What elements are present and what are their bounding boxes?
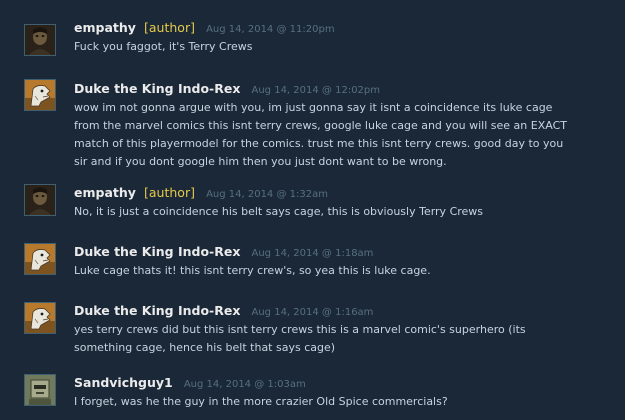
comment-timestamp: Aug 14, 2014 @ 1:18am	[251, 248, 374, 259]
comment-timestamp: Aug 14, 2014 @ 1:32am	[206, 189, 328, 200]
comment-timestamp: Aug 14, 2014 @ 12:02pm	[251, 85, 381, 96]
comment-text: yes terry crews did but this isnt terry …	[74, 323, 526, 354]
comment-text: wow im not gonna argue with you, im just…	[74, 101, 567, 168]
comment-header: Duke the King Indo-Rex Aug 14, 2014 @ 12…	[74, 79, 380, 99]
dark-portrait-avatar-icon[interactable]	[24, 24, 56, 56]
comment-header: Duke the King Indo-Rex Aug 14, 2014 @ 1:…	[74, 242, 373, 262]
comment-author[interactable]: empathy	[74, 185, 136, 200]
author-tag: [author]	[144, 20, 195, 35]
dark-portrait-avatar-icon[interactable]	[24, 184, 56, 216]
comment-timestamp: Aug 14, 2014 @ 1:16am	[251, 307, 374, 318]
comment-text: Luke cage thats it! this isnt terry crew…	[74, 264, 431, 277]
comment-author[interactable]: Duke the King Indo-Rex	[74, 303, 240, 318]
comment-author[interactable]: Duke the King Indo-Rex	[74, 244, 240, 259]
comment-author[interactable]: Duke the King Indo-Rex	[74, 81, 240, 96]
comment-text: No, it is just a coincidence his belt sa…	[74, 205, 484, 218]
comment-header: empathy [author] Aug 14, 2014 @ 11:20pm	[74, 18, 335, 38]
dinosaur-avatar-icon[interactable]	[24, 79, 56, 111]
author-tag: [author]	[144, 185, 195, 200]
comment-header: Duke the King Indo-Rex Aug 14, 2014 @ 1:…	[74, 301, 373, 321]
comment-timestamp: Aug 14, 2014 @ 1:03am	[183, 379, 306, 390]
comment-thread: empathy [author] Aug 14, 2014 @ 11:20pm …	[0, 0, 625, 420]
comment-text: Fuck you faggot, it's Terry Crews	[74, 40, 253, 53]
comment-author[interactable]: Sandvichguy1	[74, 375, 173, 390]
comment-header: empathy [author] Aug 14, 2014 @ 1:32am	[74, 183, 328, 203]
comment-timestamp: Aug 14, 2014 @ 11:20pm	[206, 24, 335, 35]
robot-helmet-avatar-icon[interactable]	[24, 374, 56, 406]
comment-author[interactable]: empathy	[74, 20, 136, 35]
dinosaur-avatar-icon[interactable]	[24, 302, 56, 334]
comment-header: Sandvichguy1 Aug 14, 2014 @ 1:03am	[74, 373, 306, 393]
comment-text: I forget, was he the guy in the more cra…	[74, 395, 448, 408]
dinosaur-avatar-icon[interactable]	[24, 243, 56, 275]
